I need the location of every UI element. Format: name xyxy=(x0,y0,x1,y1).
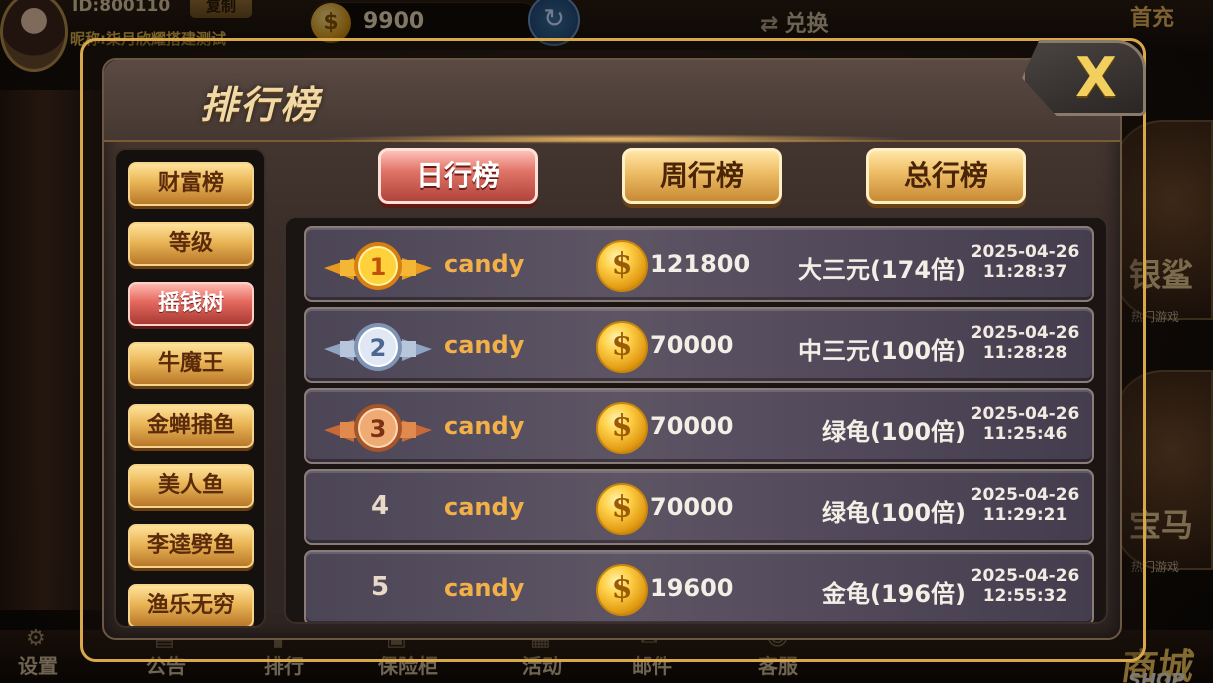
sidebar-item-level[interactable]: 等级 xyxy=(128,222,254,266)
prize-label: 大三元(174倍) xyxy=(797,256,966,284)
timestamp: 2025-04-26 11:25:46 xyxy=(966,404,1084,444)
silver-medal-icon: 2 xyxy=(324,323,432,371)
ranking-row: 2 candy $ 70000 中三元(100倍) 2025-04-26 11:… xyxy=(304,307,1094,383)
coin-icon: $ xyxy=(596,564,648,616)
player-name: candy xyxy=(444,250,525,278)
category-sidebar[interactable]: 财富榜 等级 摇钱树 牛魔王 金蝉捕鱼 美人鱼 李逵劈鱼 渔乐无穷 xyxy=(114,148,266,628)
prize-label: 绿龟(100倍) xyxy=(821,418,966,446)
player-score: 70000 xyxy=(650,331,734,359)
modal-header: 排行榜 xyxy=(104,60,1120,142)
prize-label: 绿龟(100倍) xyxy=(821,499,966,527)
player-score: 121800 xyxy=(650,250,751,278)
bronze-medal-icon: 3 xyxy=(324,404,432,452)
timestamp: 2025-04-26 11:28:28 xyxy=(966,323,1084,363)
player-name: candy xyxy=(444,412,525,440)
time: 11:28:28 xyxy=(982,343,1068,363)
tab-weekly[interactable]: 周行榜 xyxy=(622,148,782,204)
medal-rank-text: 2 xyxy=(370,334,387,362)
medal-rank-text: 3 xyxy=(370,415,387,443)
sidebar-item-mermaid[interactable]: 美人鱼 xyxy=(128,464,254,508)
ranking-row: 3 candy $ 70000 绿龟(100倍) 2025-04-26 11:2… xyxy=(304,388,1094,464)
date: 2025-04-26 xyxy=(970,566,1080,586)
sidebar-item-money-tree[interactable]: 摇钱树 xyxy=(128,282,254,326)
player-name: candy xyxy=(444,574,525,602)
timestamp: 2025-04-26 12:55:32 xyxy=(966,566,1084,606)
date: 2025-04-26 xyxy=(970,242,1080,262)
medal-rank-text: 1 xyxy=(370,253,387,281)
sidebar-item-golden-toad-fishing[interactable]: 金蝉捕鱼 xyxy=(128,404,254,448)
coin-icon: $ xyxy=(596,483,648,535)
gold-medal-icon: 1 xyxy=(324,242,432,290)
time: 11:25:46 xyxy=(982,424,1068,444)
rank-number: 4 xyxy=(370,491,390,521)
time: 11:28:37 xyxy=(982,262,1068,282)
timestamp: 2025-04-26 11:29:21 xyxy=(966,485,1084,525)
tab-daily[interactable]: 日行榜 xyxy=(378,148,538,204)
rank-number: 5 xyxy=(370,572,390,602)
coin-icon: $ xyxy=(596,240,648,292)
player-name: candy xyxy=(444,331,525,359)
coin-icon: $ xyxy=(596,321,648,373)
modal-title: 排行榜 xyxy=(200,82,321,127)
tab-total[interactable]: 总行榜 xyxy=(866,148,1026,204)
date: 2025-04-26 xyxy=(970,323,1080,343)
close-icon: X xyxy=(1075,46,1117,109)
player-name: candy xyxy=(444,493,525,521)
sidebar-item-endless-fishing[interactable]: 渔乐无穷 xyxy=(128,584,254,626)
player-score: 70000 xyxy=(650,412,734,440)
sidebar-item-wealth[interactable]: 财富榜 xyxy=(128,162,254,206)
sidebar-item-bull-demon-king[interactable]: 牛魔王 xyxy=(128,342,254,386)
player-score: 70000 xyxy=(650,493,734,521)
coin-icon: $ xyxy=(596,402,648,454)
header-glow xyxy=(314,134,914,144)
time: 12:55:32 xyxy=(982,586,1068,606)
player-score: 19600 xyxy=(650,574,734,602)
ranking-row: 5 candy $ 19600 金龟(196倍) 2025-04-26 12:5… xyxy=(304,550,1094,622)
timestamp: 2025-04-26 11:28:37 xyxy=(966,242,1084,282)
prize-label: 金龟(196倍) xyxy=(821,580,966,608)
ranking-list[interactable]: 1 candy $ 121800 大三元(174倍) 2025-04-26 11… xyxy=(284,216,1108,624)
date: 2025-04-26 xyxy=(970,485,1080,505)
ranking-row: 1 candy $ 121800 大三元(174倍) 2025-04-26 11… xyxy=(304,226,1094,302)
sidebar-item-likui-fishing[interactable]: 李逵劈鱼 xyxy=(128,524,254,568)
date: 2025-04-26 xyxy=(970,404,1080,424)
time: 11:29:21 xyxy=(982,505,1068,525)
prize-label: 中三元(100倍) xyxy=(797,337,966,365)
ranking-row: 4 candy $ 70000 绿龟(100倍) 2025-04-26 11:2… xyxy=(304,469,1094,545)
